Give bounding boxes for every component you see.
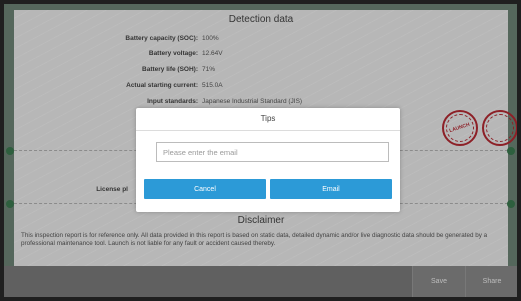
cancel-button[interactable]: Cancel <box>144 179 266 199</box>
dialog-title: Tips <box>260 114 276 123</box>
dialog-divider <box>136 130 400 131</box>
tips-dialog: Tips Cancel Email <box>136 108 400 212</box>
app-screen: Detection data Battery capacity (SOC): 1… <box>4 4 517 297</box>
email-input[interactable] <box>156 142 389 162</box>
email-button[interactable]: Email <box>270 179 392 199</box>
